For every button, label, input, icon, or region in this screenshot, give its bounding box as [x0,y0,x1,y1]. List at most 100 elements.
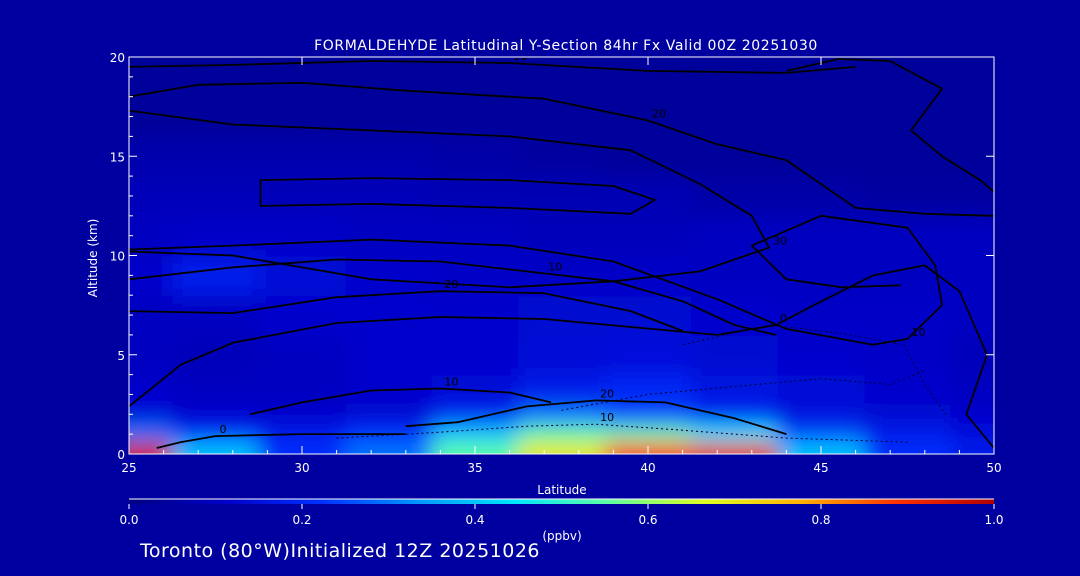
colorbar-tick-label: 1.0 [984,513,1003,527]
heatmap-cell [518,424,606,443]
x-tick-label: 35 [467,461,482,475]
heatmap-cell [172,57,260,98]
heatmap-cell [604,404,693,426]
heatmap-cell [864,136,952,178]
heatmap-cell [864,374,952,406]
heatmap-cell [691,334,779,376]
heatmap-cell [258,96,347,138]
colorbar-ticks: 0.0 0.2 0.4 0.6 0.8 1.0 [119,504,1004,527]
contour-label: 0 [220,423,227,436]
x-axis-label: Latitude [537,483,586,497]
contour-label: 10 [912,326,926,339]
contour-label: 30 [773,235,787,248]
heatmap-cell [172,295,260,336]
chart-title: FORMALDEHYDE Latitudinal Y-Section 84hr … [314,38,818,54]
colorbar-tick-label: 0.8 [811,513,830,527]
heatmap-cell [864,176,952,217]
heatmap-cell [604,424,693,443]
y-tick-label: 20 [110,51,125,65]
heatmap-cell [345,295,433,336]
heatmap-cell [172,404,260,426]
heatmap-cell [864,424,952,443]
heatmap-cell [950,441,994,454]
heatmap-cell [258,334,347,376]
heatmap-cell [777,374,866,406]
y-tick-label: 15 [110,150,125,164]
heatmap-cell [345,404,433,426]
heatmap-cell [950,136,994,178]
y-tick-label: 0 [117,448,125,462]
heatmap-cell [172,374,260,406]
heatmap-cell [172,96,260,138]
heatmap-cell [345,136,433,178]
heatmap-cell [172,215,260,257]
x-tick-label: 50 [986,461,1001,475]
colorbar [129,499,994,504]
heatmap-cell [129,295,174,336]
heatmap-cell [518,441,606,454]
contour-label: 20 [600,387,614,400]
heatmap-cell [258,136,347,178]
heatmap-cell [691,441,779,454]
heatmap-cell [950,404,994,426]
heatmap-cell [518,404,606,426]
heatmap-cell [345,215,433,257]
contour-label: 10 [600,411,614,424]
heatmap-cell [864,215,952,257]
heatmap-cell [129,424,174,443]
heatmap-cell [345,334,433,376]
heatmap-cell [691,255,779,297]
heatmap-cell [864,57,952,98]
colorbar-tick-label: 0.2 [292,513,311,527]
heatmap-cell [691,57,779,98]
heatmap-cell [864,441,952,454]
heatmap-cell [950,255,994,297]
heatmap-cell [258,215,347,257]
heatmap-cell [518,295,606,336]
x-tick-label: 30 [294,461,309,475]
contour-label: 10 [444,375,458,388]
heatmap-cell [777,136,866,178]
heatmap-cell [777,255,866,297]
x-tick-label: 40 [640,461,655,475]
heatmap-cell [172,255,260,297]
heatmap-cell [172,176,260,217]
heatmap-cell [691,295,779,336]
contour-label: 10 [548,260,562,273]
heatmap-cell [950,374,994,406]
heatmap-cell [950,215,994,257]
contour-label: 0 [780,312,787,325]
heatmap-cell [172,424,260,443]
heatmap-cell [691,215,779,257]
heatmap-cell [691,176,779,217]
heatmap-cell [604,255,693,297]
heatmap-cell [431,96,520,138]
chart-figure: FORMALDEHYDE Latitudinal Y-Section 84hr … [86,38,1004,543]
heatmap-cell [864,295,952,336]
heatmap-cell [518,334,606,376]
heatmap-cell [864,334,952,376]
heatmap-cell [431,176,520,217]
heatmap-cell [777,176,866,217]
heatmap-cell [604,334,693,376]
heatmap-cell [777,215,866,257]
heatmap-cell [172,136,260,178]
heatmap-cell [172,441,260,454]
colorbar-tick-label: 0.6 [638,513,657,527]
heatmap-cell [258,404,347,426]
y-tick-label: 5 [117,349,125,363]
heatmap-cell [518,215,606,257]
heatmap-cell [777,96,866,138]
heatmap-cell [431,424,520,443]
footer-location-label: Toronto (80°W)Initialized 12Z 20251026 [140,540,541,562]
heatmap-cell [950,96,994,138]
heatmap-cell [431,136,520,178]
heatmap-cell [691,136,779,178]
heatmap-cell [431,404,520,426]
heatmap-cell [691,96,779,138]
x-tick-label: 45 [813,461,828,475]
heatmap-cell [431,215,520,257]
heatmap-cell [604,136,693,178]
heatmap-cell [777,404,866,426]
heatmap-cell [345,176,433,217]
